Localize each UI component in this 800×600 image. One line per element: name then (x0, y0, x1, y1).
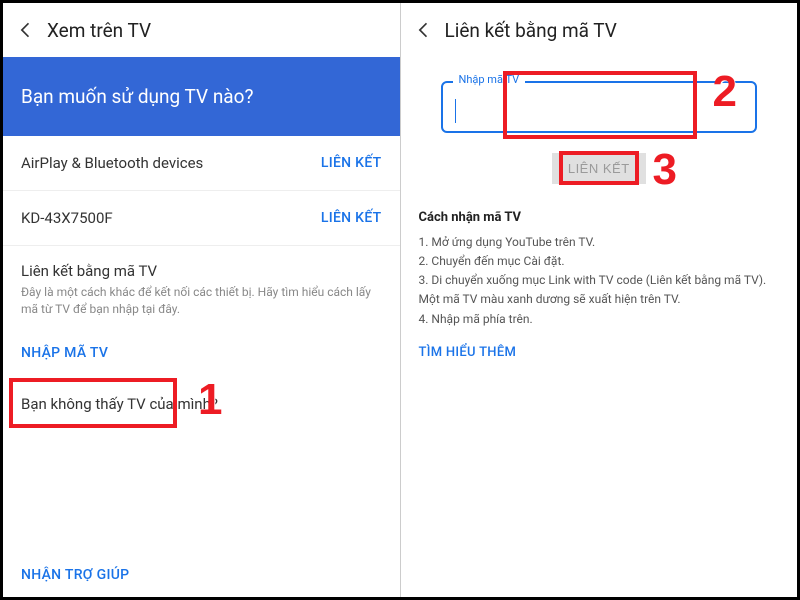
text-cursor (455, 99, 456, 123)
howto-step: 2. Chuyển đến mục Cài đặt. (419, 252, 780, 271)
page-title-left: Xem trên TV (47, 19, 151, 42)
get-help-button[interactable]: NHẬN TRỢ GIÚP (3, 553, 147, 597)
tv-code-legend: Nhập mã TV (453, 73, 526, 86)
page-title-right: Liên kết bằng mã TV (445, 19, 617, 42)
device-name: AirPlay & Bluetooth devices (21, 154, 203, 172)
howto-step: 1. Mở ứng dụng YouTube trên TV. (419, 233, 780, 252)
pane-watch-on-tv: Xem trên TV Bạn muốn sử dụng TV nào? Air… (3, 3, 401, 597)
not-see-tv-text: Bạn không thấy TV của mình? (3, 377, 400, 431)
howto-title: Cách nhận mã TV (419, 208, 780, 229)
back-icon[interactable] (411, 17, 437, 43)
link-action[interactable]: LIÊN KẾT (321, 210, 382, 226)
back-icon[interactable] (13, 17, 39, 43)
howto-step: 3. Di chuyển xuống mục Link with TV code… (419, 271, 780, 309)
learn-more-button[interactable]: TÌM HIỂU THÊM (401, 329, 798, 376)
howto-step: 4. Nhập mã phía trên. (419, 310, 780, 329)
choose-tv-banner: Bạn muốn sử dụng TV nào? (3, 57, 400, 136)
link-button[interactable]: LIÊN KẾT (552, 153, 646, 184)
link-button-row: LIÊN KẾT (401, 153, 798, 184)
tvcode-section: Liên kết bằng mã TV Đây là một cách khác… (3, 246, 400, 326)
enter-tv-code-button[interactable]: NHẬP MÃ TV (21, 345, 108, 361)
device-name: KD-43X7500F (21, 209, 113, 227)
enter-code-row: NHẬP MÃ TV (3, 326, 400, 377)
device-row-sony[interactable]: KD-43X7500F LIÊN KẾT (3, 191, 400, 246)
header-right: Liên kết bằng mã TV (401, 3, 798, 57)
tv-code-field-wrap: Nhập mã TV (441, 81, 758, 133)
tvcode-title: Liên kết bằng mã TV (21, 262, 382, 280)
tvcode-desc: Đây là một cách khác để kết nối các thiế… (21, 284, 382, 318)
tv-code-input[interactable] (441, 81, 758, 133)
howto-section: Cách nhận mã TV 1. Mở ứng dụng YouTube t… (401, 208, 798, 329)
link-action[interactable]: LIÊN KẾT (321, 155, 382, 171)
app-container: Xem trên TV Bạn muốn sử dụng TV nào? Air… (0, 0, 800, 600)
header-left: Xem trên TV (3, 3, 400, 57)
pane-link-tv-code: Liên kết bằng mã TV Nhập mã TV LIÊN KẾT … (401, 3, 798, 597)
device-row-airplay[interactable]: AirPlay & Bluetooth devices LIÊN KẾT (3, 136, 400, 191)
